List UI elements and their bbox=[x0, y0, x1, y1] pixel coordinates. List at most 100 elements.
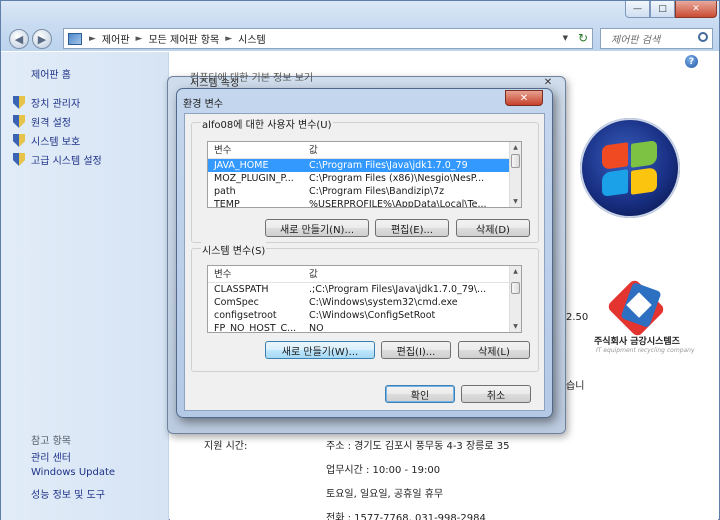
variable-name: configsetroot bbox=[214, 310, 277, 321]
see-also-heading: 참고 항목 bbox=[31, 436, 71, 447]
search-icon[interactable] bbox=[698, 32, 708, 42]
system-delete-button[interactable]: 삭제(L) bbox=[458, 341, 530, 359]
variable-row[interactable]: path C:\Program Files\Bandizip\7z bbox=[208, 185, 521, 198]
shield-icon bbox=[13, 96, 25, 109]
oem-tagline: IT equipment recycling company bbox=[596, 347, 695, 354]
task-system-protection[interactable]: 시스템 보호 bbox=[13, 133, 80, 148]
variable-row[interactable]: MOZ_PLUGIN_P... C:\Program Files (x86)\Ne… bbox=[208, 172, 521, 185]
task-device-manager[interactable]: 장치 관리자 bbox=[13, 95, 80, 110]
scroll-up-icon[interactable]: ▲ bbox=[510, 142, 521, 153]
task-advanced-settings[interactable]: 고급 시스템 설정 bbox=[13, 152, 102, 167]
scroll-thumb[interactable] bbox=[511, 154, 520, 168]
search-input[interactable]: 제어판 검색 bbox=[600, 28, 713, 49]
support-address: 주소 : 경기도 김포시 풍무동 4-3 장릉로 35 bbox=[326, 441, 510, 452]
variable-value: %USERPROFILE%\AppData\Local\Te... bbox=[309, 199, 487, 208]
variable-value: C:\Windows\ConfigSetRoot bbox=[309, 310, 436, 321]
variable-value: C:\Program Files\Java\jdk1.7.0_79 bbox=[309, 160, 468, 171]
dialog-title: 환경 변수 bbox=[183, 99, 223, 110]
breadcrumb-separator[interactable]: ► bbox=[222, 34, 235, 44]
dialog-close-button[interactable]: ✕ bbox=[505, 90, 543, 106]
scroll-down-icon[interactable]: ▼ bbox=[510, 196, 521, 207]
scroll-down-icon[interactable]: ▼ bbox=[510, 321, 521, 332]
windows-update-link[interactable]: Windows Update bbox=[31, 467, 115, 478]
user-variables-label: alfo08에 대한 사용자 변수(U) bbox=[201, 116, 333, 131]
environment-variables-dialog: 환경 변수 ✕ alfo08에 대한 사용자 변수(U) 변수 값 JAVA_H… bbox=[176, 88, 553, 418]
ok-button[interactable]: 확인 bbox=[385, 385, 455, 403]
list-header: 변수 값 bbox=[208, 142, 521, 159]
cancel-button[interactable]: 취소 bbox=[461, 385, 531, 403]
task-label: 장치 관리자 bbox=[31, 99, 81, 110]
variable-value: NO bbox=[309, 323, 324, 333]
window-chrome: — □ ✕ ◀ ▶ ► 제어판 ► 모든 제어판 항목 ► 시스템 ▼ ↻ 제어… bbox=[1, 1, 719, 51]
variable-row[interactable]: configsetroot C:\Windows\ConfigSetRoot bbox=[208, 309, 521, 322]
column-variable[interactable]: 변수 bbox=[208, 142, 303, 158]
system-edit-button[interactable]: 편집(I)... bbox=[381, 341, 451, 359]
variable-name: CLASSPATH bbox=[214, 284, 269, 295]
version-fragment: 2.50 bbox=[566, 312, 589, 323]
system-variables-group: 시스템 변수(S) 변수 값 CLASSPATH .;C:\Program Fil… bbox=[191, 242, 539, 372]
left-task-pane: 제어판 홈 장치 관리자 원격 설정 시스템 보호 고급 시스템 설정 참고 항… bbox=[1, 52, 169, 520]
search-placeholder: 제어판 검색 bbox=[611, 35, 661, 46]
task-label: 시스템 보호 bbox=[31, 137, 81, 148]
variable-name: FP_NO_HOST_C... bbox=[214, 323, 297, 333]
breadcrumb-system[interactable]: 시스템 bbox=[235, 31, 269, 46]
scroll-up-icon[interactable]: ▲ bbox=[510, 266, 521, 277]
performance-tools-link[interactable]: 성능 정보 및 도구 bbox=[31, 486, 105, 501]
shield-icon bbox=[13, 115, 25, 128]
system-variables-label: 시스템 변수(S) bbox=[201, 242, 267, 257]
control-panel-home-link[interactable]: 제어판 홈 bbox=[31, 66, 71, 81]
user-new-button[interactable]: 새로 만들기(N)... bbox=[265, 219, 369, 237]
help-icon[interactable]: ? bbox=[685, 55, 698, 68]
column-variable[interactable]: 변수 bbox=[208, 266, 303, 282]
system-new-button[interactable]: 새로 만들기(W)... bbox=[265, 341, 375, 359]
support-hours-label: 지원 시간: bbox=[204, 441, 248, 452]
task-label: 고급 시스템 설정 bbox=[31, 156, 102, 167]
breadcrumb-control-panel[interactable]: 제어판 bbox=[99, 31, 133, 46]
list-header: 변수 값 bbox=[208, 266, 521, 283]
variable-row[interactable]: ComSpec C:\Windows\system32\cmd.exe bbox=[208, 296, 521, 309]
support-phone: 전화 : 1577-7768, 031-998-2984 bbox=[326, 513, 486, 520]
column-value[interactable]: 값 bbox=[303, 266, 511, 282]
variable-value: C:\Program Files (x86)\Nesgio\NesP... bbox=[309, 173, 485, 184]
variable-name: TEMP bbox=[214, 199, 240, 208]
user-list-scrollbar[interactable]: ▲ ▼ bbox=[509, 142, 521, 207]
support-holidays: 토요일, 일요일, 공휴일 휴무 bbox=[326, 489, 444, 500]
variable-row[interactable]: FP_NO_HOST_C... NO bbox=[208, 322, 521, 333]
computer-info-heading: 컴퓨터에 대한 기본 정보 보기 bbox=[190, 73, 314, 84]
system-list-scrollbar[interactable]: ▲ ▼ bbox=[509, 266, 521, 332]
minimize-button[interactable]: — bbox=[625, 1, 650, 18]
refresh-icon[interactable]: ↻ bbox=[578, 31, 588, 45]
variable-row[interactable]: JAVA_HOME C:\Program Files\Java\jdk1.7.0_… bbox=[208, 159, 521, 172]
dialog-body: alfo08에 대한 사용자 변수(U) 변수 값 JAVA_HOME C:\Pr… bbox=[184, 113, 545, 411]
variable-row[interactable]: CLASSPATH .;C:\Program Files\Java\jdk1.7.… bbox=[208, 283, 521, 296]
user-variables-group: alfo08에 대한 사용자 변수(U) 변수 값 JAVA_HOME C:\Pr… bbox=[191, 116, 539, 243]
action-center-link[interactable]: 관리 센터 bbox=[31, 449, 71, 464]
variable-row[interactable]: TEMP %USERPROFILE%\AppData\Local\Te... bbox=[208, 198, 521, 208]
support-text-fragment: 습니 bbox=[566, 381, 585, 392]
scroll-thumb[interactable] bbox=[511, 282, 520, 294]
variable-name: MOZ_PLUGIN_P... bbox=[214, 173, 294, 184]
variable-value: C:\Windows\system32\cmd.exe bbox=[309, 297, 458, 308]
column-value[interactable]: 값 bbox=[303, 142, 511, 158]
user-delete-button[interactable]: 삭제(D) bbox=[456, 219, 530, 237]
forward-button[interactable]: ▶ bbox=[32, 29, 52, 49]
variable-name: path bbox=[214, 186, 236, 197]
user-variables-list[interactable]: 변수 값 JAVA_HOME C:\Program Files\Java\jdk1… bbox=[207, 141, 522, 208]
user-edit-button[interactable]: 편집(E)... bbox=[375, 219, 449, 237]
task-label: 원격 설정 bbox=[31, 118, 71, 129]
close-button[interactable]: ✕ bbox=[675, 1, 717, 18]
task-remote-settings[interactable]: 원격 설정 bbox=[13, 114, 71, 129]
forward-icon: ▶ bbox=[37, 32, 47, 46]
variable-name: JAVA_HOME bbox=[214, 160, 269, 171]
breadcrumb-separator[interactable]: ► bbox=[86, 34, 99, 44]
maximize-button[interactable]: □ bbox=[650, 1, 675, 18]
breadcrumb-separator[interactable]: ► bbox=[133, 34, 146, 44]
system-variables-list[interactable]: 변수 값 CLASSPATH .;C:\Program Files\Java\jd… bbox=[207, 265, 522, 333]
breadcrumb-all-items[interactable]: 모든 제어판 항목 bbox=[145, 31, 222, 46]
back-button[interactable]: ◀ bbox=[9, 29, 29, 49]
address-dropdown-icon[interactable]: ▼ bbox=[563, 34, 568, 42]
oem-company-name: 주식회사 금강시스템즈 bbox=[594, 337, 680, 347]
support-hours: 업무시간 : 10:00 - 19:00 bbox=[326, 465, 441, 476]
address-bar[interactable]: ► 제어판 ► 모든 제어판 항목 ► 시스템 ▼ ↻ bbox=[63, 28, 593, 49]
back-icon: ◀ bbox=[14, 32, 24, 46]
